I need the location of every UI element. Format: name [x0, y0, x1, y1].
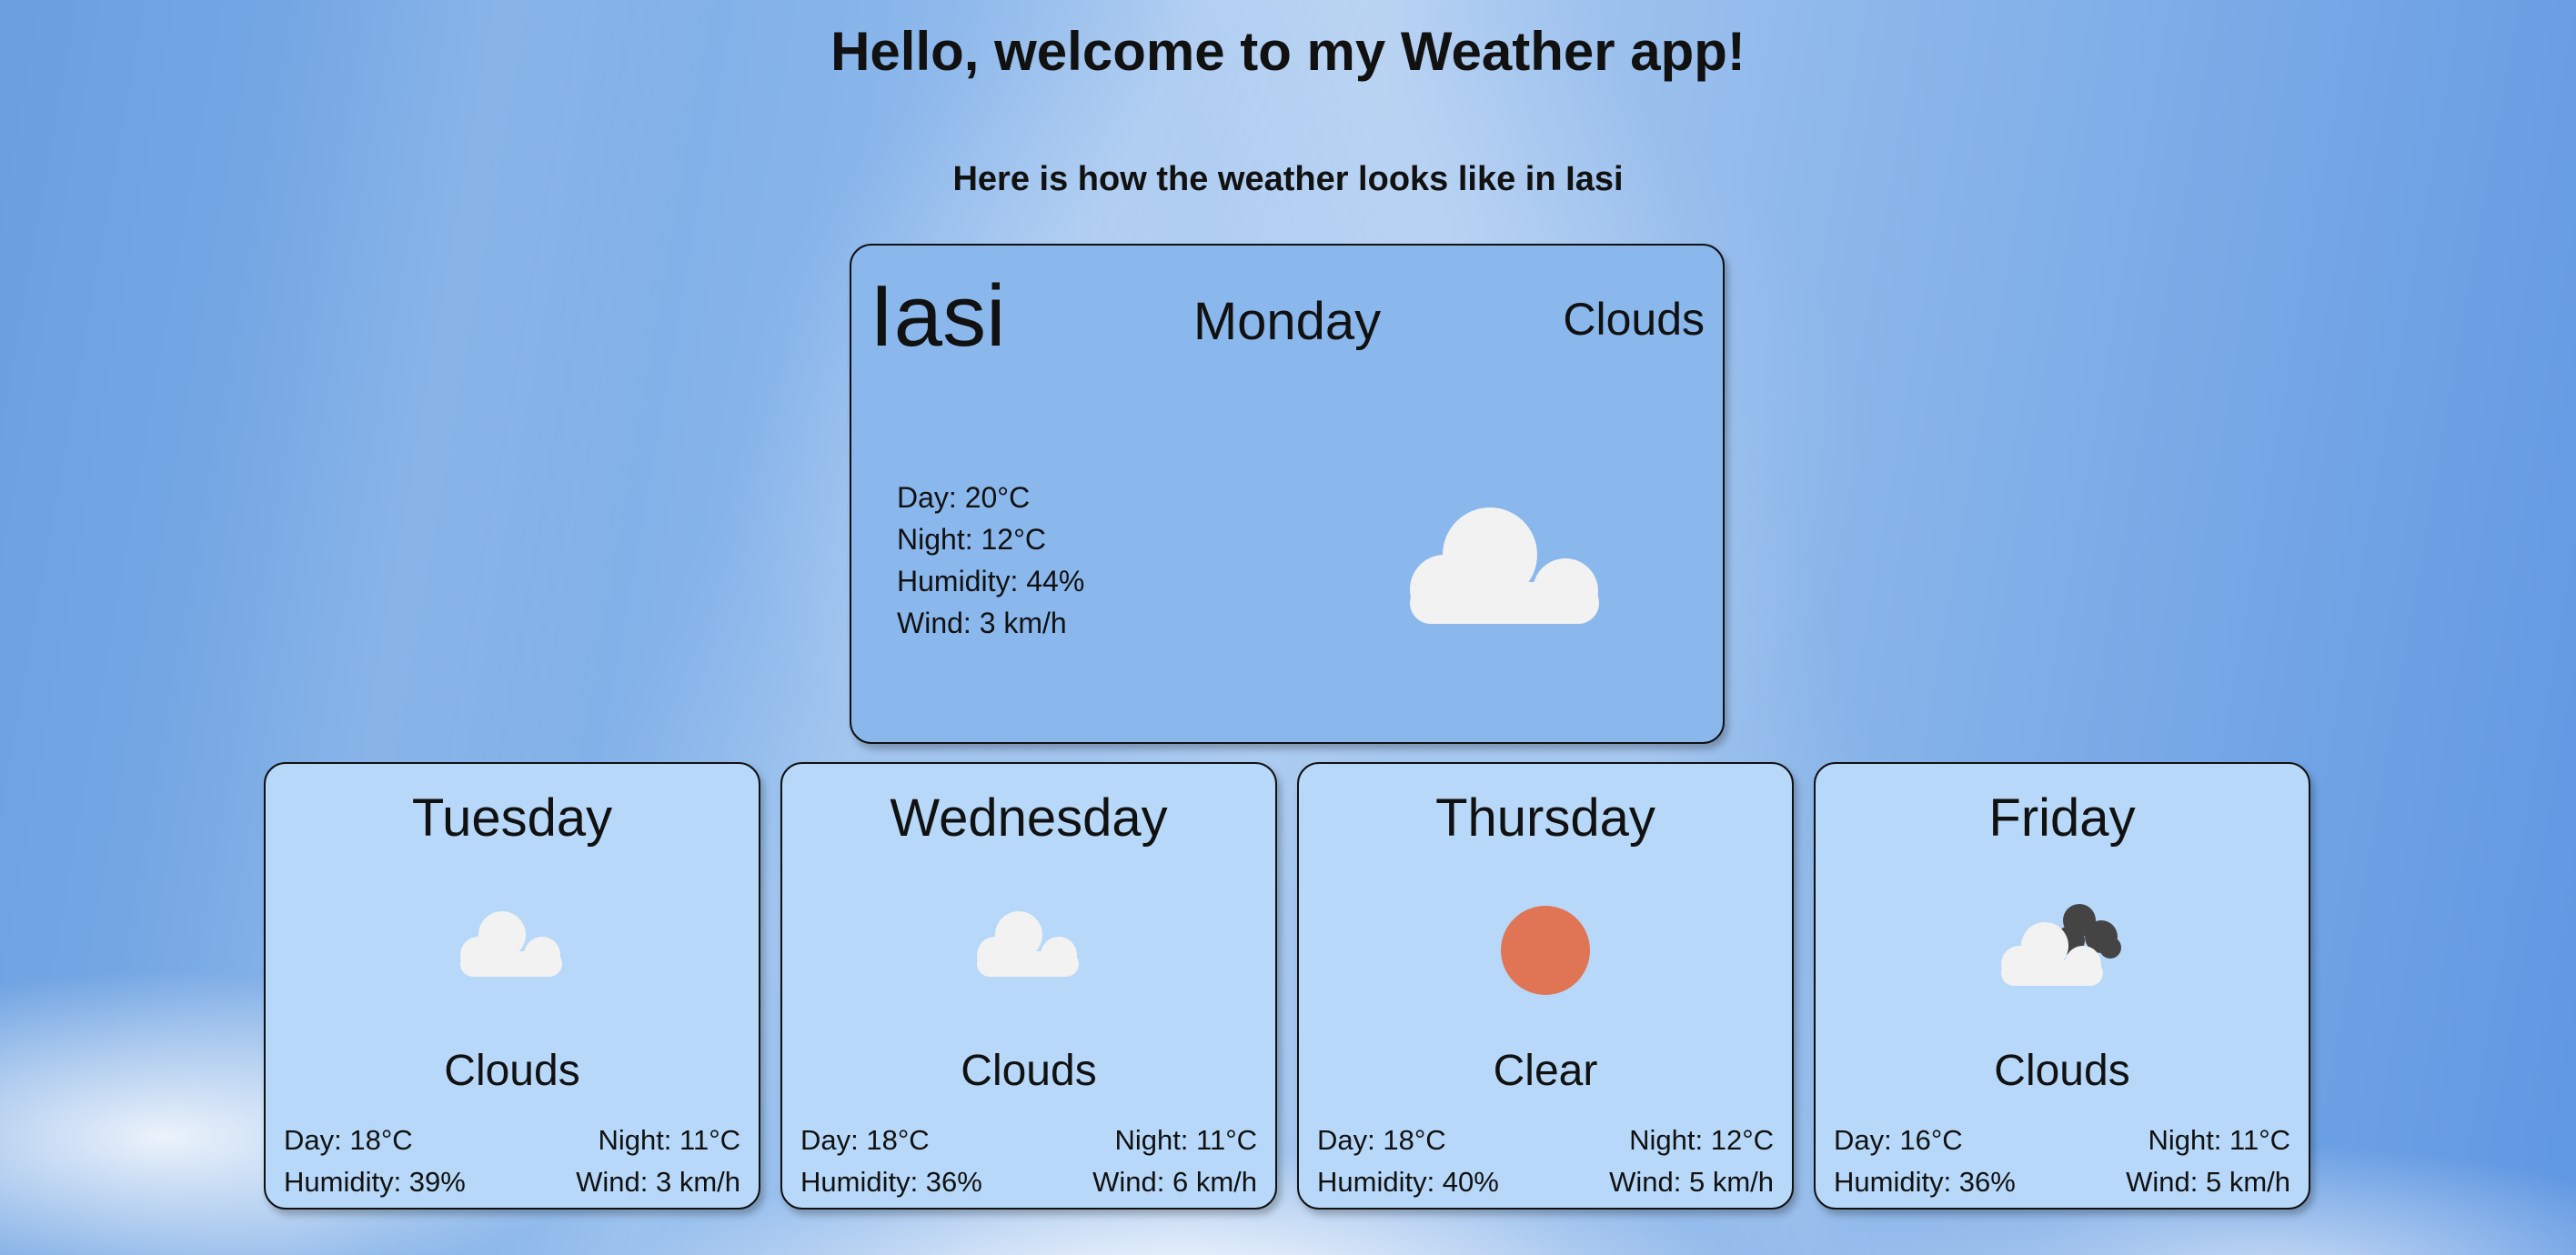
forecast-day-temp: Day: 18°C — [284, 1124, 413, 1156]
forecast-night-temp: Night: 11°C — [598, 1124, 740, 1156]
forecast-day-temp: Day: 18°C — [800, 1124, 930, 1156]
forecast-condition: Clear — [1493, 1047, 1598, 1095]
forecast-day-temp: Day: 18°C — [1317, 1124, 1446, 1156]
forecast-day-temp: Day: 16°C — [1834, 1124, 1963, 1156]
today-humidity: Humidity: 44% — [897, 565, 1085, 597]
cloud-icon — [977, 911, 1079, 977]
today-night-temp: Night: 12°C — [897, 523, 1046, 556]
broken-clouds-icon — [2001, 904, 2121, 986]
page-subtitle: Here is how the weather looks like in Ia… — [952, 160, 1624, 198]
forecast-card-tuesday: Tuesday Clouds Day: 18°C Night: 11°C Hum… — [264, 762, 760, 1210]
forecast-day: Friday — [1988, 788, 2136, 848]
forecast-condition: Clouds — [444, 1047, 580, 1095]
forecast-night-temp: Night: 11°C — [2148, 1124, 2290, 1156]
cloud-icon — [460, 911, 562, 977]
forecast-wind: Wind: 6 km/h — [1092, 1166, 1257, 1198]
today-wind: Wind: 3 km/h — [897, 607, 1067, 639]
forecast-day: Thursday — [1435, 788, 1655, 848]
forecast-condition: Clouds — [1994, 1047, 2130, 1095]
forecast-humidity: Humidity: 39% — [284, 1166, 466, 1198]
forecast-wind: Wind: 5 km/h — [2126, 1166, 2290, 1198]
cloud-icon — [1410, 507, 1599, 624]
sun-icon — [1501, 906, 1590, 995]
forecast-humidity: Humidity: 36% — [800, 1166, 982, 1198]
page-title: Hello, welcome to my Weather app! — [830, 21, 1746, 82]
forecast-night-temp: Night: 12°C — [1629, 1124, 1774, 1156]
forecast-day: Wednesday — [890, 788, 1168, 848]
forecast-condition: Clouds — [961, 1047, 1097, 1095]
today-weather-card: Iasi Monday Clouds Day: 20°C Night: 12°C… — [850, 244, 1725, 744]
forecast-card-wednesday: Wednesday Clouds Day: 18°C Night: 11°C H… — [780, 762, 1277, 1210]
forecast-wind: Wind: 5 km/h — [1609, 1166, 1774, 1198]
forecast-card-friday: Friday Clouds Day: 16°C Night: 11°C Humi… — [1814, 762, 2310, 1210]
forecast-card-thursday: Thursday Clear Day: 18°C Night: 12°C Hum… — [1297, 762, 1794, 1210]
today-stats: Day: 20°C Night: 12°C Humidity: 44% Wind… — [897, 477, 1084, 644]
forecast-wind: Wind: 3 km/h — [576, 1166, 740, 1198]
forecast-night-temp: Night: 11°C — [1114, 1124, 1257, 1156]
forecast-humidity: Humidity: 36% — [1834, 1166, 2016, 1198]
today-condition: Clouds — [1563, 294, 1705, 345]
forecast-list: Tuesday Clouds Day: 18°C Night: 11°C Hum… — [0, 762, 2576, 1210]
forecast-day: Tuesday — [411, 788, 613, 848]
forecast-humidity: Humidity: 40% — [1317, 1166, 1499, 1198]
today-day-temp: Day: 20°C — [897, 481, 1031, 514]
